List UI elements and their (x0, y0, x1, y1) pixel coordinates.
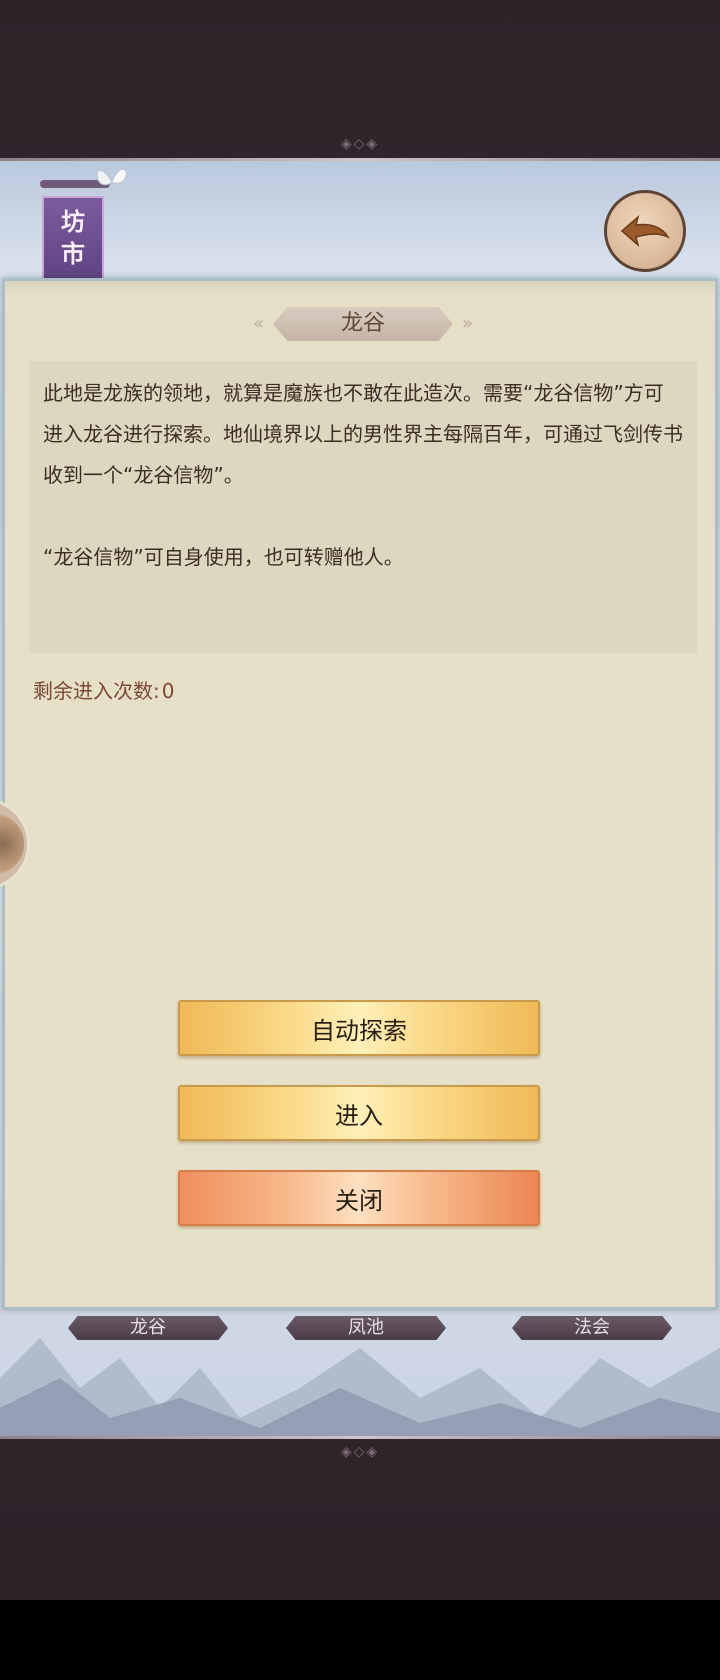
butterfly-icon (96, 168, 127, 186)
banner-char-1: 坊 (61, 208, 85, 236)
tab-label: 法会 (574, 1317, 610, 1338)
auto-explore-label: 自动探索 (311, 1016, 407, 1045)
title-chevron-left-icon: « (253, 313, 265, 334)
auto-explore-button[interactable]: 自动探索 (178, 1000, 540, 1056)
tab-label: 龙谷 (130, 1317, 166, 1338)
tab-label: 凤池 (348, 1317, 384, 1338)
market-banner[interactable]: 坊 市 (42, 196, 104, 282)
tab-longgu[interactable]: 龙谷 (58, 1316, 238, 1342)
scene-bottom-border (0, 1436, 720, 1439)
enter-button[interactable]: 进入 (178, 1085, 540, 1141)
top-ornament: ◈◇◈ (340, 136, 380, 152)
back-arrow-icon (620, 214, 670, 248)
tab-fahui[interactable]: 法会 (502, 1316, 682, 1342)
back-button[interactable] (604, 190, 686, 272)
banner-char-2: 市 (61, 240, 85, 268)
close-button[interactable]: 关闭 (178, 1170, 540, 1226)
remaining-value: 0 (161, 679, 175, 703)
bottom-ornament: ◈◇◈ (340, 1444, 380, 1460)
dialog-panel: « 龙谷 » 此地是龙族的领地，就算是魔族也不敢在此造次。需要“龙谷信物”方可进… (2, 278, 718, 1310)
remaining-entries: 剩余进入次数: 0 (33, 679, 174, 703)
enter-label: 进入 (335, 1101, 383, 1130)
bottom-bar (0, 1600, 720, 1680)
tab-fengchi[interactable]: 凤池 (276, 1316, 456, 1342)
dialog-title: 龙谷 (340, 311, 385, 336)
title-plate: « 龙谷 » (253, 307, 473, 341)
remaining-label: 剩余进入次数: (33, 679, 160, 703)
close-label: 关闭 (335, 1186, 383, 1215)
description-paragraph-2: “龙谷信物”可自身使用，也可转赠他人。 (43, 545, 404, 569)
panel-header-shade (5, 281, 715, 295)
description-paragraph-1: 此地是龙族的领地，就算是魔族也不敢在此造次。需要“龙谷信物”方可进入龙谷进行探索… (43, 381, 683, 487)
title-chevron-right-icon: » (461, 313, 473, 334)
description-box: 此地是龙族的领地，就算是魔族也不敢在此造次。需要“龙谷信物”方可进入龙谷进行探索… (29, 361, 697, 653)
